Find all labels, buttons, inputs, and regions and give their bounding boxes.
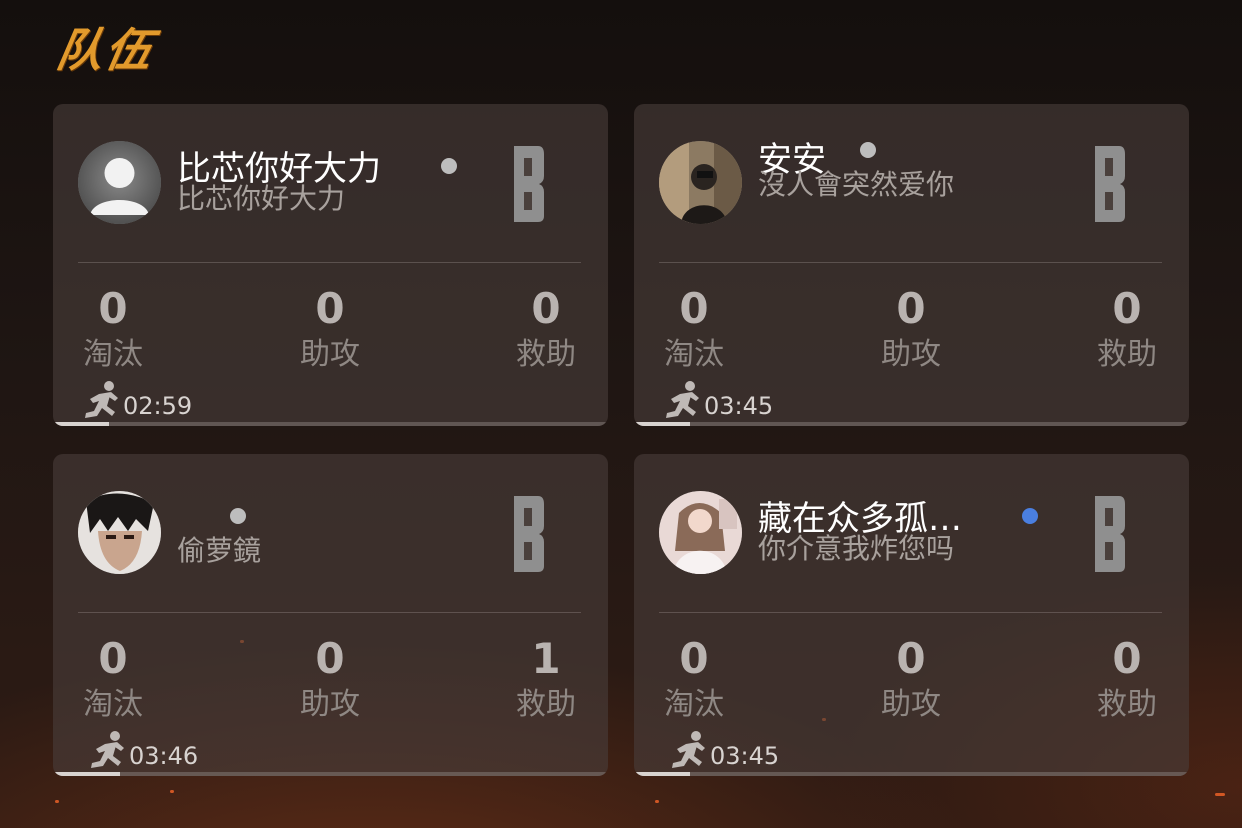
assists-label: 助攻	[881, 687, 941, 722]
assists-value: 0	[896, 634, 926, 683]
stat-assists: 0 助攻	[866, 284, 956, 374]
player-signature: 偷萝鏡	[177, 534, 262, 567]
girl-photo-avatar-icon[interactable]	[659, 491, 742, 574]
stat-rescues: 0 救助	[1082, 634, 1172, 724]
divider	[659, 612, 1162, 613]
rescues-value: 1	[531, 634, 561, 683]
stat-assists: 0 助攻	[285, 634, 375, 724]
assists-value: 0	[315, 634, 345, 683]
survival-time: 03:46	[129, 742, 199, 770]
rank-badge-icon	[1095, 496, 1125, 572]
divider	[78, 612, 581, 613]
rescues-value: 0	[531, 284, 561, 333]
survival-timer: 03:45	[662, 380, 773, 420]
rank-badge-icon	[514, 496, 544, 572]
teammate-card[interactable]: 偷萝鏡 0 淘汰 0 助攻 1 救助 03:46	[53, 454, 608, 776]
stat-eliminations: 0 淘汰	[68, 634, 158, 724]
ember-decoration	[1215, 793, 1225, 796]
assists-label: 助攻	[300, 337, 360, 372]
progress-track	[634, 772, 1189, 776]
player-signature: 比芯你好大力	[177, 182, 346, 215]
eliminations-value: 0	[98, 284, 128, 333]
status-dot	[1022, 508, 1038, 524]
assists-value: 0	[315, 284, 345, 333]
stat-assists: 0 助攻	[866, 634, 956, 724]
ember-decoration	[55, 800, 59, 803]
rank-badge-icon	[1095, 146, 1125, 222]
eliminations-value: 0	[98, 634, 128, 683]
assists-label: 助攻	[300, 687, 360, 722]
progress-fill	[634, 772, 690, 776]
rescues-value: 0	[1112, 284, 1142, 333]
ember-decoration	[170, 790, 174, 793]
progress-fill	[53, 422, 109, 426]
stat-eliminations: 0 淘汰	[68, 284, 158, 374]
stat-rescues: 1 救助	[501, 634, 591, 724]
survival-time: 03:45	[704, 392, 774, 420]
teammate-card[interactable]: 比芯你好大力 比芯你好大力 0 淘汰 0 助攻 0 救助 02:59	[53, 104, 608, 426]
survival-time: 02:59	[123, 392, 193, 420]
rescues-label: 救助	[516, 687, 576, 722]
stat-assists: 0 助攻	[285, 284, 375, 374]
divider	[78, 262, 581, 263]
stat-rescues: 0 救助	[1082, 284, 1172, 374]
status-dot	[441, 158, 457, 174]
rescues-label: 救助	[516, 337, 576, 372]
section-title: 队伍	[52, 23, 159, 77]
survival-timer: 03:46	[87, 730, 198, 770]
rescues-label: 救助	[1097, 337, 1157, 372]
progress-fill	[634, 422, 690, 426]
survival-time: 03:45	[710, 742, 780, 770]
eliminations-value: 0	[679, 634, 709, 683]
survival-timer: 03:45	[668, 730, 779, 770]
teammate-card[interactable]: 安安 沒人會突然爱你 0 淘汰 0 助攻 0 救助 03:45	[634, 104, 1189, 426]
rescues-label: 救助	[1097, 687, 1157, 722]
progress-fill	[53, 772, 120, 776]
eliminations-label: 淘汰	[664, 337, 724, 372]
stat-eliminations: 0 淘汰	[649, 284, 739, 374]
rank-badge-icon	[514, 146, 544, 222]
stat-eliminations: 0 淘汰	[649, 634, 739, 724]
eliminations-label: 淘汰	[664, 687, 724, 722]
player-signature: 沒人會突然爱你	[758, 168, 955, 201]
status-dot	[860, 142, 876, 158]
assists-label: 助攻	[881, 337, 941, 372]
divider	[659, 262, 1162, 263]
status-dot	[230, 508, 246, 524]
progress-track	[53, 422, 608, 426]
running-man-icon	[85, 381, 118, 418]
photo-avatar-icon[interactable]	[659, 141, 742, 224]
running-man-icon	[672, 731, 705, 768]
rescues-value: 0	[1112, 634, 1142, 683]
anime-avatar-icon[interactable]	[78, 491, 161, 574]
eliminations-value: 0	[679, 284, 709, 333]
progress-track	[53, 772, 608, 776]
player-signature: 你介意我炸您吗	[758, 532, 955, 565]
assists-value: 0	[896, 284, 926, 333]
default-person-avatar-icon[interactable]	[78, 141, 161, 224]
eliminations-label: 淘汰	[83, 337, 143, 372]
ember-decoration	[655, 800, 659, 803]
stat-rescues: 0 救助	[501, 284, 591, 374]
eliminations-label: 淘汰	[83, 687, 143, 722]
running-man-icon	[666, 381, 699, 418]
teammate-card[interactable]: 藏在众多孤… 你介意我炸您吗 0 淘汰 0 助攻 0 救助 03:45	[634, 454, 1189, 776]
survival-timer: 02:59	[81, 380, 192, 420]
progress-track	[634, 422, 1189, 426]
running-man-icon	[91, 731, 124, 768]
